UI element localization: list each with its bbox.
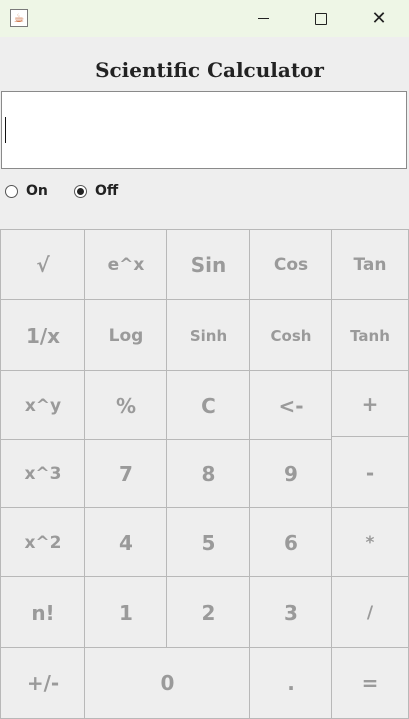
clear-button[interactable]: C — [166, 370, 251, 441]
minus-button[interactable]: - — [331, 436, 409, 509]
minimize-button[interactable] — [234, 0, 292, 37]
title-bar: ☕ ✕ — [0, 0, 409, 37]
multiply-button[interactable]: * — [331, 507, 409, 578]
log-button[interactable]: Log — [84, 299, 168, 372]
cosh-button[interactable]: Cosh — [249, 299, 333, 372]
backspace-button[interactable]: <- — [249, 370, 333, 441]
cube-button[interactable]: x^3 — [0, 439, 86, 509]
equals-button[interactable]: = — [331, 647, 409, 719]
divide-button[interactable]: / — [331, 576, 409, 649]
square-button[interactable]: x^2 — [0, 507, 86, 578]
plus-button[interactable]: + — [331, 370, 409, 438]
seven-button[interactable]: 7 — [84, 439, 168, 509]
off-radio[interactable]: Off — [74, 183, 118, 199]
off-radio-circle[interactable] — [74, 184, 87, 198]
four-button[interactable]: 4 — [84, 507, 168, 578]
six-button[interactable]: 6 — [249, 507, 333, 578]
tanh-button[interactable]: Tanh — [331, 299, 409, 372]
reciprocal-button[interactable]: 1/x — [0, 299, 86, 372]
close-button[interactable]: ✕ — [350, 0, 408, 37]
radio-selected-dot — [77, 187, 84, 195]
sinh-button[interactable]: Sinh — [166, 299, 251, 372]
eight-button[interactable]: 8 — [166, 439, 251, 509]
three-button[interactable]: 3 — [249, 576, 333, 649]
factorial-button[interactable]: n! — [0, 576, 86, 649]
percent-button[interactable]: % — [84, 370, 168, 441]
display-field[interactable] — [1, 91, 407, 169]
sqrt-button[interactable]: √ — [0, 229, 86, 301]
decimal-button[interactable]: . — [249, 647, 333, 719]
text-caret — [5, 117, 6, 143]
off-radio-label: Off — [95, 183, 119, 199]
one-button[interactable]: 1 — [84, 576, 168, 649]
cos-button[interactable]: Cos — [249, 229, 333, 301]
sin-button[interactable]: Sin — [166, 229, 251, 301]
on-radio-circle[interactable] — [5, 184, 18, 198]
exp-button[interactable]: e^x — [84, 229, 168, 301]
on-radio[interactable]: On — [5, 183, 48, 199]
nine-button[interactable]: 9 — [249, 439, 333, 509]
tan-button[interactable]: Tan — [331, 229, 409, 301]
on-radio-label: On — [26, 183, 48, 199]
minimize-icon — [257, 18, 269, 19]
two-button[interactable]: 2 — [166, 576, 251, 649]
negate-button[interactable]: +/- — [0, 647, 86, 719]
app-title: Scientific Calculator — [95, 58, 324, 82]
close-icon: ✕ — [371, 8, 387, 29]
zero-button[interactable]: 0 — [84, 647, 251, 719]
java-icon[interactable]: ☕ — [10, 9, 28, 27]
five-button[interactable]: 5 — [166, 507, 251, 578]
power-button[interactable]: x^y — [0, 370, 86, 441]
maximize-button[interactable] — [292, 0, 350, 37]
maximize-icon — [315, 12, 327, 25]
